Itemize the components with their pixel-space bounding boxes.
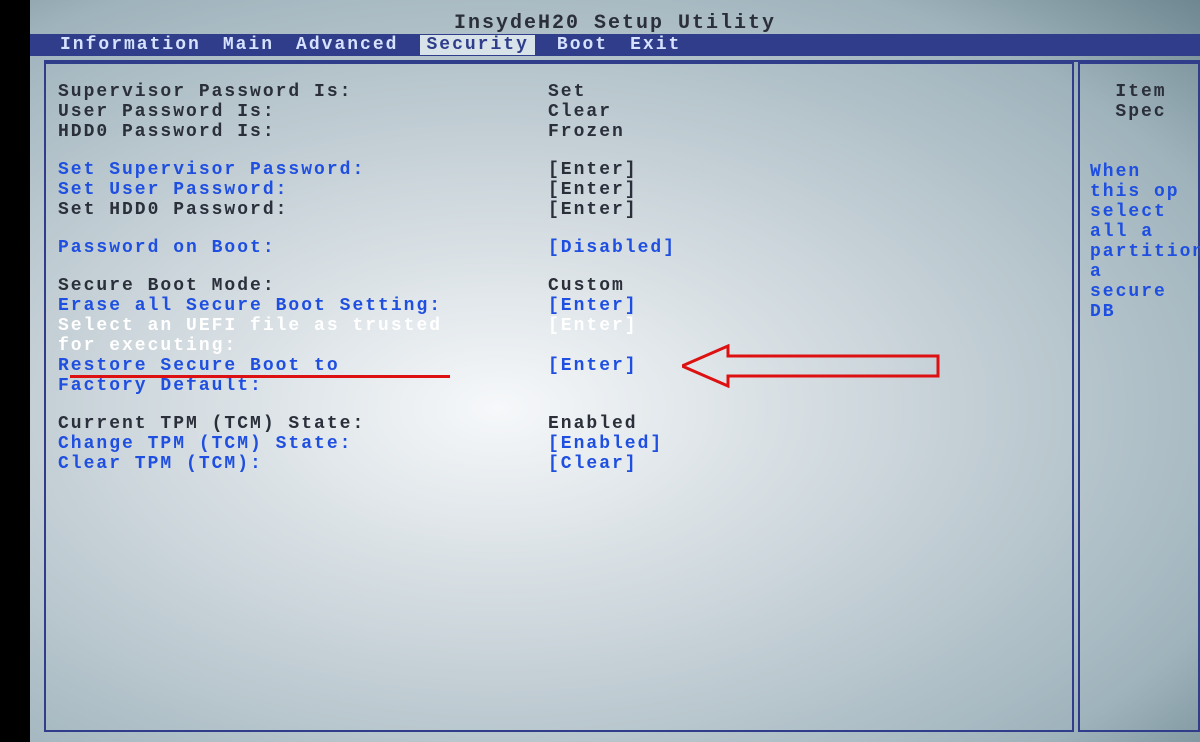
label: Erase all Secure Boot Setting: (58, 296, 548, 316)
value (548, 376, 908, 396)
row-change-tpm[interactable]: Change TPM (TCM) State: [Enabled] (58, 434, 1064, 454)
label: Factory Default: (58, 376, 548, 396)
value: Frozen (548, 122, 908, 142)
value: Enabled (548, 414, 908, 434)
value: [Enter] (548, 180, 908, 200)
value: [Disabled] (548, 238, 908, 258)
value: Clear (548, 102, 908, 122)
label: User Password Is: (58, 102, 548, 122)
value: [Enter] (548, 316, 908, 336)
help-line: secure DB (1090, 282, 1192, 322)
row-set-supervisor-pw[interactable]: Set Supervisor Password: [Enter] (58, 160, 1064, 180)
row-secure-boot-mode: Secure Boot Mode: Custom (58, 276, 1064, 296)
label: Password on Boot: (58, 238, 548, 258)
row-restore-secure-boot-l2[interactable]: Factory Default: (58, 376, 1064, 396)
label: Select an UEFI file as trusted (58, 316, 548, 336)
help-line: When this op (1090, 162, 1192, 202)
value: [Clear] (548, 454, 908, 474)
value: [Enter] (548, 356, 908, 376)
value: [Enter] (548, 200, 908, 220)
label: HDD0 Password Is: (58, 122, 548, 142)
menu-bar: Information Main Advanced Security Boot … (30, 34, 1200, 56)
value: [Enabled] (548, 434, 908, 454)
label: Restore Secure Boot to (58, 356, 548, 376)
tab-exit[interactable]: Exit (630, 35, 681, 55)
row-current-tpm: Current TPM (TCM) State: Enabled (58, 414, 1064, 434)
row-select-uefi-trusted[interactable]: Select an UEFI file as trusted [Enter] (58, 316, 1064, 336)
row-clear-tpm[interactable]: Clear TPM (TCM): [Clear] (58, 454, 1064, 474)
row-select-uefi-trusted-l2[interactable]: for executing: (58, 336, 1064, 356)
row-password-on-boot[interactable]: Password on Boot: [Disabled] (58, 238, 1064, 258)
value: Custom (548, 276, 908, 296)
tab-boot[interactable]: Boot (557, 35, 608, 55)
tab-security[interactable]: Security (420, 35, 534, 55)
help-panel: Item Spec When this op select all a part… (1078, 62, 1200, 732)
main-panel: Supervisor Password Is: Set User Passwor… (44, 62, 1074, 732)
bios-screen: InsydeH20 Setup Utility Information Main… (30, 0, 1200, 742)
help-line: partitions a (1090, 242, 1192, 282)
value: [Enter] (548, 296, 908, 316)
utility-title: InsydeH20 Setup Utility (30, 12, 1200, 35)
help-heading: Item Spec (1090, 82, 1192, 122)
label: Secure Boot Mode: (58, 276, 548, 296)
row-user-pw-is: User Password Is: Clear (58, 102, 1064, 122)
label: Current TPM (TCM) State: (58, 414, 548, 434)
row-set-hdd0-pw[interactable]: Set HDD0 Password: [Enter] (58, 200, 1064, 220)
tab-information[interactable]: Information (60, 35, 201, 55)
value (548, 336, 908, 356)
row-set-user-pw[interactable]: Set User Password: [Enter] (58, 180, 1064, 200)
help-line: select all a (1090, 202, 1192, 242)
row-restore-secure-boot[interactable]: Restore Secure Boot to [Enter] (58, 356, 1064, 376)
row-erase-secure-boot[interactable]: Erase all Secure Boot Setting: [Enter] (58, 296, 1064, 316)
label: Set Supervisor Password: (58, 160, 548, 180)
label: Set HDD0 Password: (58, 200, 548, 220)
label: Supervisor Password Is: (58, 82, 548, 102)
value: Set (548, 82, 908, 102)
tab-advanced[interactable]: Advanced (296, 35, 398, 55)
label: Clear TPM (TCM): (58, 454, 548, 474)
row-supervisor-pw-is: Supervisor Password Is: Set (58, 82, 1064, 102)
tab-main[interactable]: Main (223, 35, 274, 55)
value: [Enter] (548, 160, 908, 180)
label: for executing: (58, 336, 548, 356)
label: Set User Password: (58, 180, 548, 200)
label: Change TPM (TCM) State: (58, 434, 548, 454)
content-area: Supervisor Password Is: Set User Passwor… (44, 60, 1200, 732)
row-hdd0-pw-is: HDD0 Password Is: Frozen (58, 122, 1064, 142)
